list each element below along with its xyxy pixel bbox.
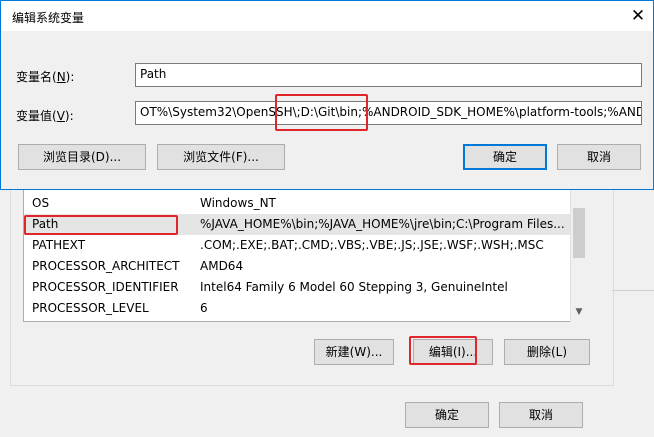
browse-directory-button[interactable]: 浏览目录(D)... — [18, 144, 146, 170]
ok-button[interactable]: 确定 — [405, 402, 489, 428]
variable-name: Path — [32, 217, 59, 231]
variable-name: PROCESSOR_ARCHITECT — [32, 259, 180, 273]
variable-name: PATHEXT — [32, 238, 86, 252]
variable-name-label: 变量名(N): — [16, 70, 75, 84]
variable-value: 6 — [200, 301, 208, 315]
variable-name-input[interactable]: Path — [135, 63, 642, 87]
title-bar[interactable]: 编辑系统变量 ✕ — [1, 1, 653, 31]
window-edge — [612, 290, 654, 291]
dialog-title: 编辑系统变量 — [12, 11, 85, 25]
browse-file-button[interactable]: 浏览文件(F)... — [157, 144, 285, 170]
variable-value: AMD64 — [200, 259, 244, 273]
table-row-selected[interactable]: Path %JAVA_HOME%\bin;%JAVA_HOME%\jre\bin… — [24, 214, 572, 235]
scroll-down-arrow-icon[interactable]: ▼ — [572, 305, 586, 319]
variable-name: PROCESSOR_LEVEL — [32, 301, 149, 315]
new-variable-button[interactable]: 新建(W)... — [314, 339, 394, 365]
table-row[interactable]: PROCESSOR_IDENTIFIER Intel64 Family 6 Mo… — [24, 277, 572, 298]
system-variables-list[interactable]: OS Windows_NT Path %JAVA_HOME%\bin;%JAVA… — [23, 186, 589, 322]
variable-value-input[interactable]: OT%\System32\OpenSSH\;D:\Git\bin;%ANDROI… — [135, 101, 642, 125]
cancel-button[interactable]: 取消 — [499, 402, 583, 428]
table-row[interactable]: PROCESSOR_LEVEL 6 — [24, 298, 572, 319]
variable-value: Windows_NT — [200, 196, 276, 210]
variable-value: %JAVA_HOME%\bin;%JAVA_HOME%\jre\bin;C:\P… — [200, 217, 565, 231]
scrollbar-thumb[interactable] — [573, 208, 585, 258]
variable-value: Intel64 Family 6 Model 60 Stepping 3, Ge… — [200, 280, 508, 294]
variable-value-label: 变量值(V): — [16, 109, 74, 123]
table-row[interactable]: PROCESSOR_ARCHITECT AMD64 — [24, 256, 572, 277]
variable-value: .COM;.EXE;.BAT;.CMD;.VBS;.VBE;.JS;.JSE;.… — [200, 238, 544, 252]
table-row[interactable]: OS Windows_NT — [24, 193, 572, 214]
edit-system-variable-dialog: 编辑系统变量 ✕ 变量名(N): Path 变量值(V): OT%\System… — [0, 0, 654, 190]
table-row[interactable]: PATHEXT .COM;.EXE;.BAT;.CMD;.VBS;.VBE;.J… — [24, 235, 572, 256]
variable-name: OS — [32, 196, 50, 210]
edit-variable-button[interactable]: 编辑(I)... — [413, 339, 493, 365]
cancel-button[interactable]: 取消 — [557, 144, 641, 170]
delete-variable-button[interactable]: 删除(L) — [504, 339, 590, 365]
close-icon[interactable]: ✕ — [627, 3, 649, 29]
ok-button[interactable]: 确定 — [463, 144, 547, 170]
variable-name: PROCESSOR_IDENTIFIER — [32, 280, 179, 294]
